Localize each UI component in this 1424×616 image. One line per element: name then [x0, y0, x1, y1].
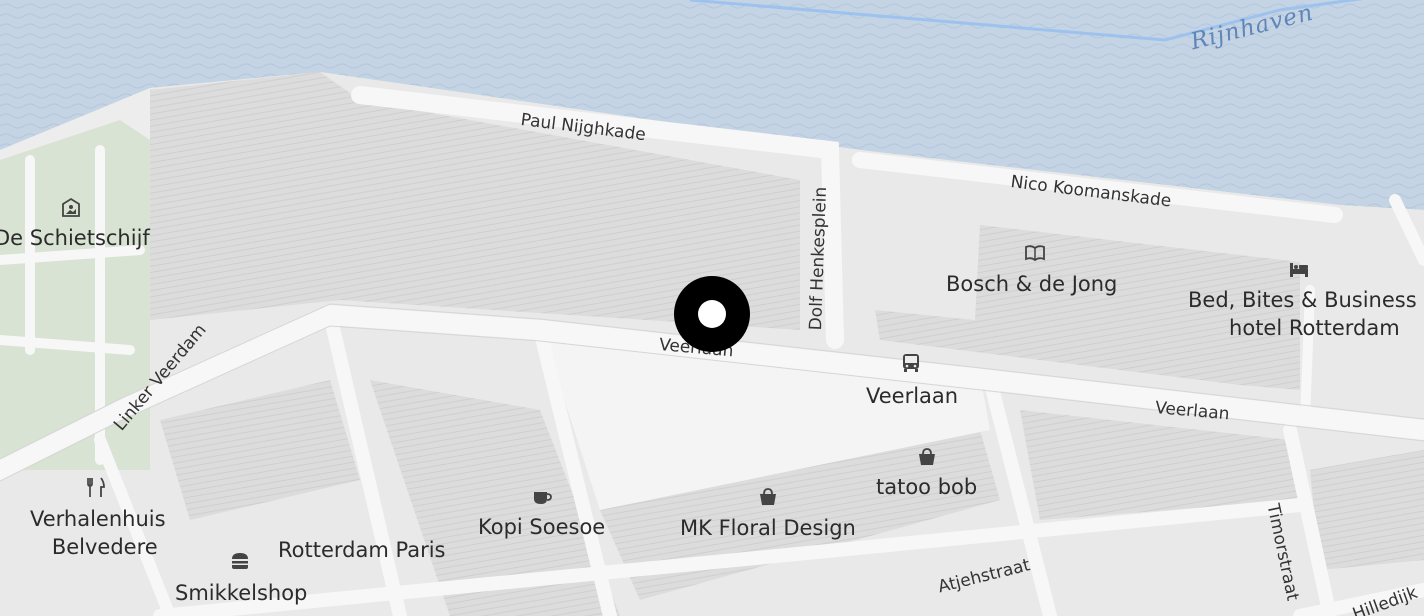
map-canvas[interactable]: Rijnhaven Paul Nijghkade Nico Koomanskad…: [0, 0, 1424, 616]
location-marker[interactable]: [672, 274, 752, 354]
poi-verhalenhuis-line2: Belvedere: [51, 535, 158, 559]
book-icon: [1025, 245, 1045, 262]
poi-bed-bites-business[interactable]: Bed, Bites & Business hotel Rotterdam: [1188, 286, 1417, 342]
shopping-bag-icon: [760, 488, 776, 505]
burger-icon: [232, 553, 248, 569]
poi-rotterdam-paris[interactable]: Rotterdam Paris: [278, 536, 445, 564]
bed-icon: [1290, 263, 1308, 277]
poi-verhalenhuis-line1: Verhalenhuis: [30, 507, 166, 531]
poi-bed-bites-line1: Bed, Bites & Business: [1188, 288, 1417, 312]
poi-veerlaan-stop[interactable]: Veerlaan: [866, 382, 958, 410]
museum-icon: [62, 197, 80, 217]
bus-icon: [903, 354, 919, 372]
fork-knife-icon: [87, 477, 105, 497]
poi-bed-bites-line2: hotel Rotterdam: [1229, 316, 1400, 340]
poi-smikkelshop[interactable]: Smikkelshop: [175, 579, 307, 607]
poi-de-schietschijf[interactable]: De Schietschijf: [0, 224, 150, 252]
poi-kopi-soesoe[interactable]: Kopi Soesoe: [478, 513, 605, 541]
coffee-cup-icon: [534, 492, 552, 504]
shopping-bag-icon: [919, 448, 935, 465]
poi-tatoo-bob[interactable]: tatoo bob: [876, 473, 977, 501]
poi-bosch-de-jong[interactable]: Bosch & de Jong: [946, 270, 1117, 298]
poi-verhalenhuis-belvedere[interactable]: Verhalenhuis Belvedere: [30, 505, 166, 561]
poi-mk-floral-design[interactable]: MK Floral Design: [680, 514, 856, 542]
